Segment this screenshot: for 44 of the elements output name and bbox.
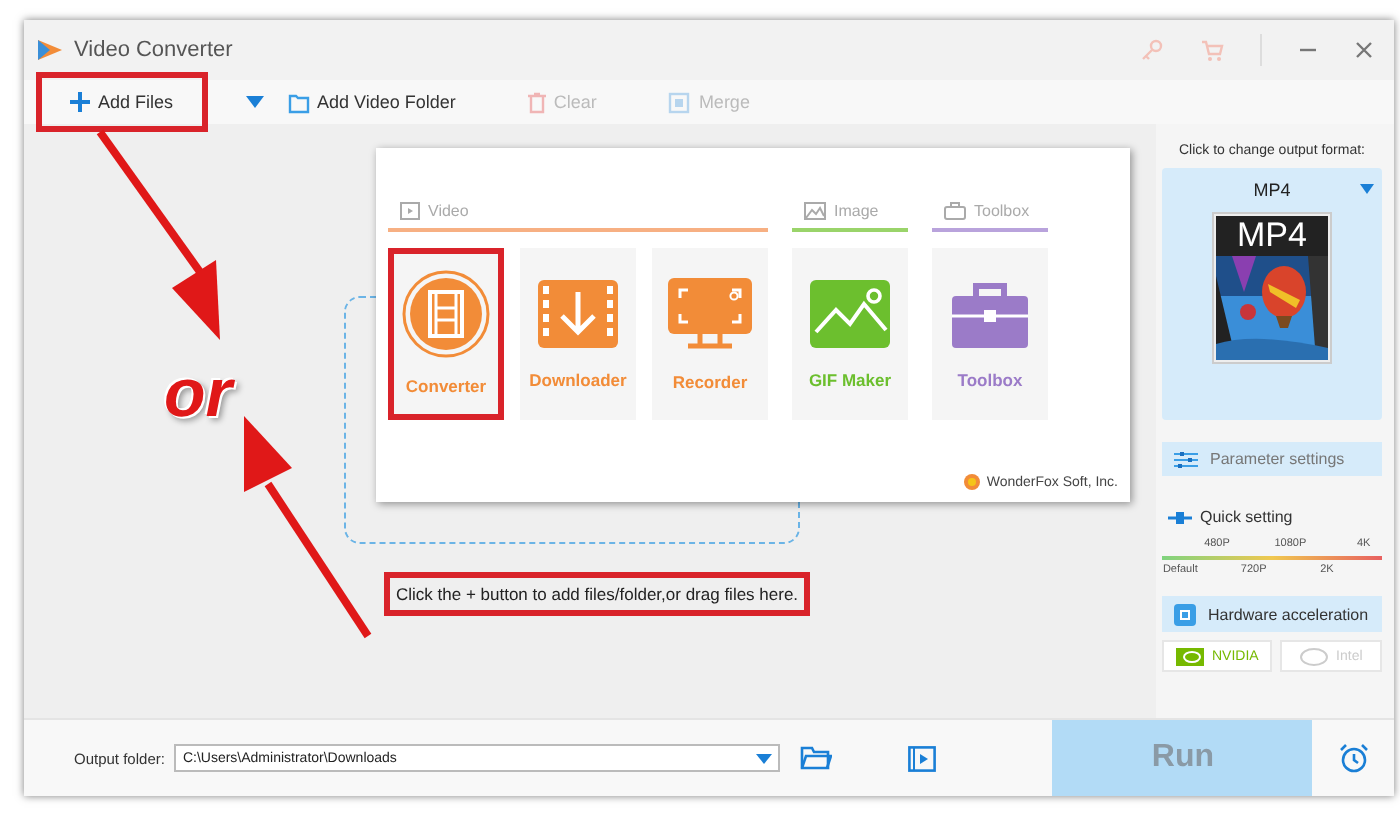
caret-icon (245, 96, 264, 108)
plus-icon (70, 92, 90, 112)
alarm-clock-icon[interactable] (1338, 742, 1371, 774)
format-badge: MP4 (1216, 216, 1328, 256)
merge-icon (668, 91, 691, 113)
tool-label: GIF Maker (808, 370, 892, 390)
tool-label: Downloader (529, 370, 627, 390)
video-folder-icon[interactable] (908, 745, 937, 771)
landscape-icon (806, 276, 894, 352)
tool-label: Converter (405, 376, 487, 396)
hardware-acceleration-button[interactable]: Hardware acceleration (1162, 596, 1382, 632)
folder-icon (287, 91, 310, 113)
chip-icon (1174, 603, 1196, 625)
quick-setting-label: Quick setting (1200, 508, 1293, 526)
section-label: Video (428, 202, 469, 220)
caret-icon (1360, 184, 1374, 194)
chip-logo-icon (1300, 647, 1329, 665)
video-section-icon (400, 202, 420, 220)
tool-label: Recorder (672, 372, 748, 392)
section-label: Toolbox (974, 202, 1030, 220)
folder-button[interactable]: Add Video Folder (231, 81, 470, 123)
trash-icon (527, 91, 546, 113)
sliders-icon (1174, 449, 1198, 469)
film-download-icon (534, 276, 622, 352)
drop-hint: Click the + button to add files/folder,or drag files here. (384, 572, 811, 616)
film-reel-icon (402, 270, 490, 358)
company-logo-icon (964, 474, 981, 490)
caret-icon (756, 753, 773, 763)
folder-icon[interactable] (800, 746, 833, 770)
parameter-settings-button[interactable]: Parameter settings (1162, 442, 1382, 476)
eye-logo-icon (1176, 647, 1204, 665)
add-button[interactable]: Add Files (36, 72, 208, 132)
section-label: Image (834, 202, 879, 220)
slider-icon (1168, 511, 1192, 523)
toolbox-section-icon (944, 202, 966, 220)
close-icon[interactable] (1354, 40, 1374, 60)
window-title: Video Converter (74, 38, 233, 62)
app-logo-icon (36, 36, 64, 64)
annotation-text: or (164, 360, 232, 428)
image-section-icon (804, 202, 826, 220)
format-name: MP4 (1253, 180, 1291, 200)
monitor-icon (664, 274, 756, 354)
tool-label: Toolbox (957, 370, 1023, 390)
format-selector[interactable]: MP4 MP4 (1162, 168, 1382, 420)
